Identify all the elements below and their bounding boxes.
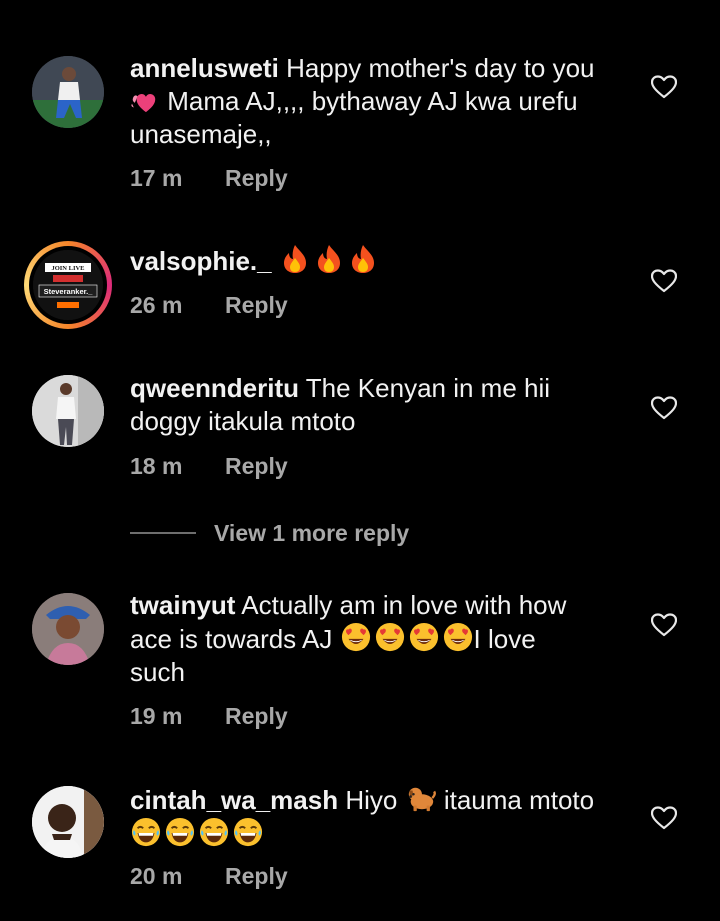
avatar-photo-icon — [32, 56, 104, 128]
avatar[interactable] — [32, 56, 104, 128]
comment-text: twainyut Actually am in love with how ac… — [130, 589, 630, 689]
comment-line: Hiyo — [345, 785, 398, 815]
heart-eyes-emoji-icon — [340, 622, 372, 652]
fire-emoji-icon — [281, 244, 309, 274]
reply-button[interactable]: Reply — [225, 453, 288, 480]
comment-text: valsophie._ — [130, 244, 630, 278]
divider-line — [130, 532, 196, 534]
reply-button[interactable]: Reply — [225, 292, 288, 319]
avatar-story-ring[interactable]: JOIN LIVE Steveranker._ — [24, 241, 112, 329]
comment-meta: 17 m Reply — [130, 165, 288, 192]
comment-time: 18 m — [130, 453, 183, 479]
avatar-photo-icon — [32, 786, 104, 858]
fire-emoji-icon — [349, 244, 377, 274]
badge-line-1: JOIN LIVE — [51, 265, 84, 272]
reply-button[interactable]: Reply — [225, 863, 288, 890]
username[interactable]: twainyut — [130, 590, 235, 620]
comment-line: Happy mother's day to you — [286, 53, 595, 83]
comment-line: Mama AJ,,,, bythaway AJ kwa urefu — [167, 86, 578, 116]
comment-time: 20 m — [130, 863, 183, 889]
badge-line-2: Steveranker._ — [44, 287, 94, 296]
view-more-replies[interactable]: View 1 more reply — [130, 520, 530, 550]
like-heart-icon[interactable] — [651, 806, 677, 830]
like-heart-icon[interactable] — [651, 75, 677, 99]
comment-time: 26 m — [130, 292, 183, 318]
heart-eyes-emoji-icon — [408, 622, 440, 652]
comment-time: 17 m — [130, 165, 183, 191]
username[interactable]: cintah_wa_mash — [130, 785, 338, 815]
laughing-emoji-icon — [130, 817, 162, 847]
comment-time: 19 m — [130, 703, 183, 729]
pink-heart-emoji-icon — [130, 88, 160, 114]
like-heart-icon[interactable] — [651, 396, 677, 420]
heart-eyes-emoji-icon — [442, 622, 474, 652]
like-heart-icon[interactable] — [651, 613, 677, 637]
comment-line: itauma mtoto — [443, 785, 595, 815]
comment-meta: 20 m Reply — [130, 863, 288, 890]
like-heart-icon[interactable] — [651, 269, 677, 293]
comment-meta: 19 m Reply — [130, 703, 288, 730]
avatar[interactable] — [32, 593, 104, 665]
comment-meta: 18 m Reply — [130, 453, 288, 480]
view-more-replies-label[interactable]: View 1 more reply — [214, 520, 409, 547]
username[interactable]: annelusweti — [130, 53, 279, 83]
username[interactable]: qweennderitu — [130, 373, 299, 403]
live-badge-icon: JOIN LIVE Steveranker._ — [33, 250, 103, 320]
comment-text: cintah_wa_mash Hiyo itauma mtoto — [130, 783, 630, 851]
dog-emoji-icon — [405, 783, 437, 813]
heart-eyes-emoji-icon — [374, 622, 406, 652]
comment-line: unasemaje,, — [130, 119, 272, 149]
reply-button[interactable]: Reply — [225, 703, 288, 730]
comment-line: such — [130, 657, 185, 687]
username[interactable]: valsophie._ — [130, 246, 272, 276]
avatar-photo-icon — [32, 593, 104, 665]
comment-text: qweennderitu The Kenyan in me hii doggy … — [130, 372, 630, 438]
comment-line: doggy itakula mtoto — [130, 406, 356, 436]
laughing-emoji-icon — [198, 817, 230, 847]
comment-text: annelusweti Happy mother's day to you Ma… — [130, 52, 630, 151]
avatar[interactable] — [32, 375, 104, 447]
laughing-emoji-icon — [164, 817, 196, 847]
reply-button[interactable]: Reply — [225, 165, 288, 192]
comment-line: Actually am in love with how — [241, 590, 567, 620]
avatar-photo-icon — [32, 375, 104, 447]
fire-emoji-icon — [315, 244, 343, 274]
laughing-emoji-icon — [232, 817, 264, 847]
comment-line: I love — [473, 624, 536, 654]
avatar[interactable] — [32, 786, 104, 858]
comment-line: The Kenyan in me hii — [305, 373, 551, 403]
comment-line: ace is towards AJ — [130, 624, 333, 654]
comment-meta: 26 m Reply — [130, 292, 288, 319]
